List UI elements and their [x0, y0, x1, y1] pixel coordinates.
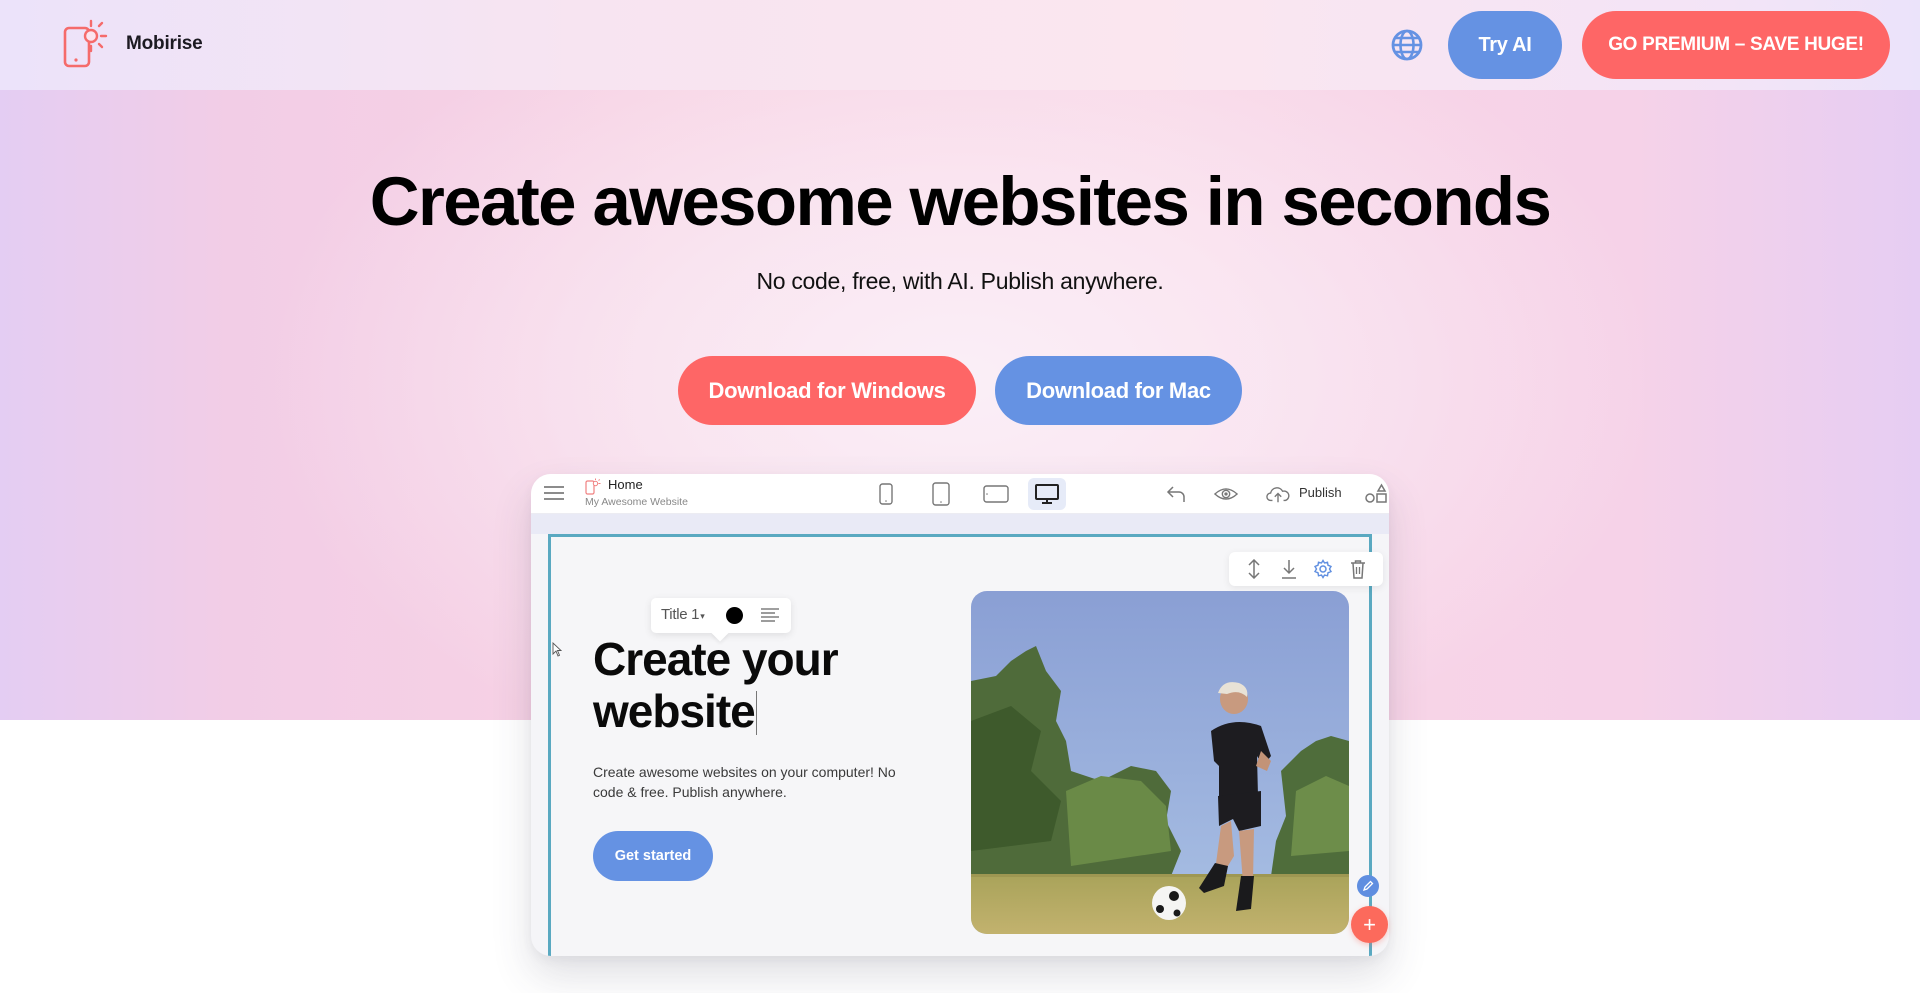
device-phone-large-button[interactable]: [922, 478, 960, 510]
phone-icon: [879, 483, 893, 505]
hamburger-menu-icon[interactable]: [544, 485, 564, 501]
globe-icon[interactable]: [1390, 28, 1424, 62]
site-header: Mobirise Try AI GO PREMIUM – SAVE HUGE!: [0, 0, 1920, 90]
device-phone-button[interactable]: [867, 478, 905, 510]
download-icon: [1281, 560, 1296, 579]
editor-toolbar: Home My Awesome Website Publish: [531, 474, 1389, 514]
brand-name: Mobirise: [126, 33, 203, 54]
tablet-landscape-icon: [983, 485, 1009, 503]
go-premium-button[interactable]: GO PREMIUM – SAVE HUGE!: [1582, 11, 1890, 79]
block-image[interactable]: [971, 591, 1349, 934]
block-title-line1: Create your: [593, 633, 839, 685]
publish-cloud-icon[interactable]: [1266, 483, 1290, 505]
undo-icon[interactable]: [1165, 483, 1189, 505]
mouse-pointer-icon: [552, 642, 562, 657]
align-left-icon[interactable]: [761, 608, 779, 622]
block-description[interactable]: Create awesome websites on your computer…: [593, 762, 923, 802]
delete-block-button[interactable]: [1347, 558, 1369, 580]
publish-button[interactable]: Publish: [1299, 485, 1342, 500]
move-block-button[interactable]: [1243, 558, 1265, 580]
site-logo-icon: [585, 478, 601, 495]
download-mac-button[interactable]: Download for Mac: [995, 356, 1242, 425]
device-desktop-button[interactable]: [1028, 478, 1066, 510]
try-ai-button[interactable]: Try AI: [1448, 11, 1562, 79]
add-block-button[interactable]: +: [1351, 906, 1388, 943]
phone-large-icon: [932, 482, 950, 506]
text-format-toolbar: Title 1▾: [651, 598, 791, 633]
trash-icon: [1350, 560, 1365, 579]
site-name: My Awesome Website: [585, 496, 688, 508]
save-block-button[interactable]: [1278, 558, 1300, 580]
mobirise-logo-icon: [63, 19, 108, 68]
edit-block-button[interactable]: [1357, 875, 1379, 897]
current-page-name[interactable]: Home: [608, 477, 643, 492]
desktop-icon: [1035, 484, 1059, 504]
hero-title: Create awesome websites in seconds: [369, 163, 1552, 240]
text-style-dropdown[interactable]: Title 1▾: [661, 606, 705, 623]
hero-subtitle: No code, free, with AI. Publish anywhere…: [756, 268, 1164, 294]
dropdown-caret-icon: ▾: [700, 611, 705, 621]
text-style-label: Title 1: [661, 606, 700, 623]
block-title[interactable]: Create your website: [593, 633, 933, 737]
plus-icon: +: [1363, 911, 1376, 937]
text-color-picker[interactable]: [726, 607, 743, 624]
move-vertical-icon: [1248, 559, 1260, 579]
device-tablet-button[interactable]: [977, 478, 1015, 510]
gear-icon: [1314, 559, 1333, 579]
pencil-icon: [1362, 880, 1374, 892]
block-settings-button[interactable]: [1312, 558, 1334, 580]
soccer-player-photo: [971, 591, 1349, 934]
block-title-line2: website: [593, 685, 756, 737]
brand[interactable]: Mobirise: [62, 18, 203, 70]
block-toolbar: [1229, 552, 1383, 586]
blocks-icon[interactable]: [1365, 483, 1389, 505]
get-started-button[interactable]: Get started: [593, 831, 713, 881]
text-cursor: [755, 691, 758, 735]
download-windows-button[interactable]: Download for Windows: [678, 356, 976, 425]
editor-canvas-margin: [531, 514, 1389, 534]
preview-eye-icon[interactable]: [1214, 483, 1238, 505]
